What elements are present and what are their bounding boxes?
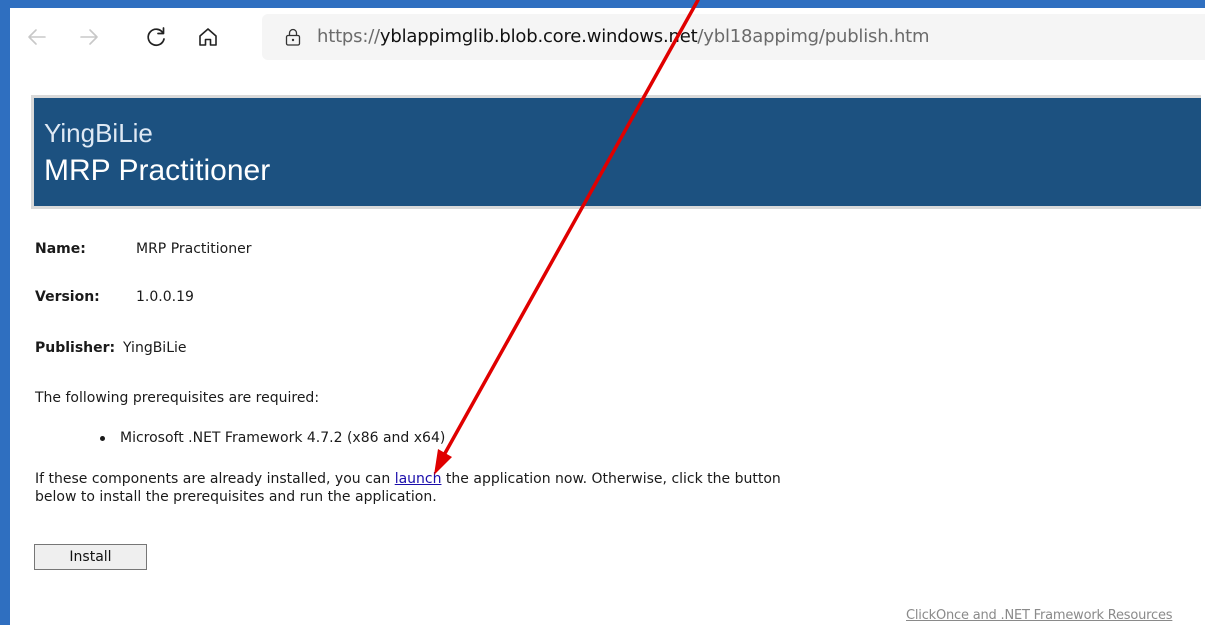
home-icon: [199, 28, 217, 46]
publisher-value: YingBiLie: [123, 340, 187, 356]
instructions-before-link: If these components are already installe…: [35, 471, 395, 487]
prerequisites-list: Microsoft .NET Framework 4.7.2 (x86 and …: [90, 429, 445, 447]
prerequisites-intro: The following prerequisites are required…: [35, 390, 320, 406]
url-scheme: https://: [317, 26, 380, 47]
url-text[interactable]: https://yblappimglib.blob.core.windows.n…: [317, 26, 930, 48]
home-button[interactable]: [191, 20, 225, 54]
name-row: Name: MRP Practitioner: [35, 240, 252, 258]
instructions-text: If these components are already installe…: [35, 470, 795, 506]
lock-icon[interactable]: [284, 28, 302, 46]
product-name: MRP Practitioner: [44, 154, 271, 187]
address-bar[interactable]: https://yblappimglib.blob.core.windows.n…: [262, 14, 1205, 60]
forward-button[interactable]: [72, 20, 106, 54]
forward-arrow-icon: [80, 29, 98, 45]
publisher-label: Publisher:: [35, 340, 116, 356]
version-label: Version:: [35, 289, 100, 305]
url-host: yblappimglib.blob.core.windows.net: [379, 26, 698, 47]
prerequisite-item: Microsoft .NET Framework 4.7.2 (x86 and …: [90, 429, 445, 447]
clickonce-resources-link[interactable]: ClickOnce and .NET Framework Resources: [906, 608, 1173, 624]
back-button[interactable]: [20, 20, 54, 54]
company-name: YingBiLie: [44, 118, 153, 148]
window-frame-left: [0, 0, 10, 625]
back-arrow-icon: [28, 29, 46, 45]
header-banner: YingBiLie MRP Practitioner: [31, 95, 1205, 209]
version-row: Version: 1.0.0.19: [35, 288, 194, 306]
launch-link[interactable]: launch: [395, 471, 442, 487]
browser-toolbar: https://yblappimglib.blob.core.windows.n…: [10, 8, 1205, 66]
name-label: Name:: [35, 241, 86, 257]
reload-button[interactable]: [139, 20, 173, 54]
url-path: /ybl18appimg/publish.htm: [697, 26, 930, 47]
install-button[interactable]: Install: [34, 544, 147, 570]
publisher-row: Publisher: YingBiLie: [35, 339, 187, 357]
reload-icon: [147, 27, 165, 47]
version-value: 1.0.0.19: [136, 289, 194, 305]
scrollbar[interactable]: [1201, 66, 1205, 625]
window-frame-top: [0, 0, 1205, 8]
name-value: MRP Practitioner: [136, 241, 252, 257]
page-content: YingBiLie MRP Practitioner Name: MRP Prac…: [10, 66, 1205, 625]
